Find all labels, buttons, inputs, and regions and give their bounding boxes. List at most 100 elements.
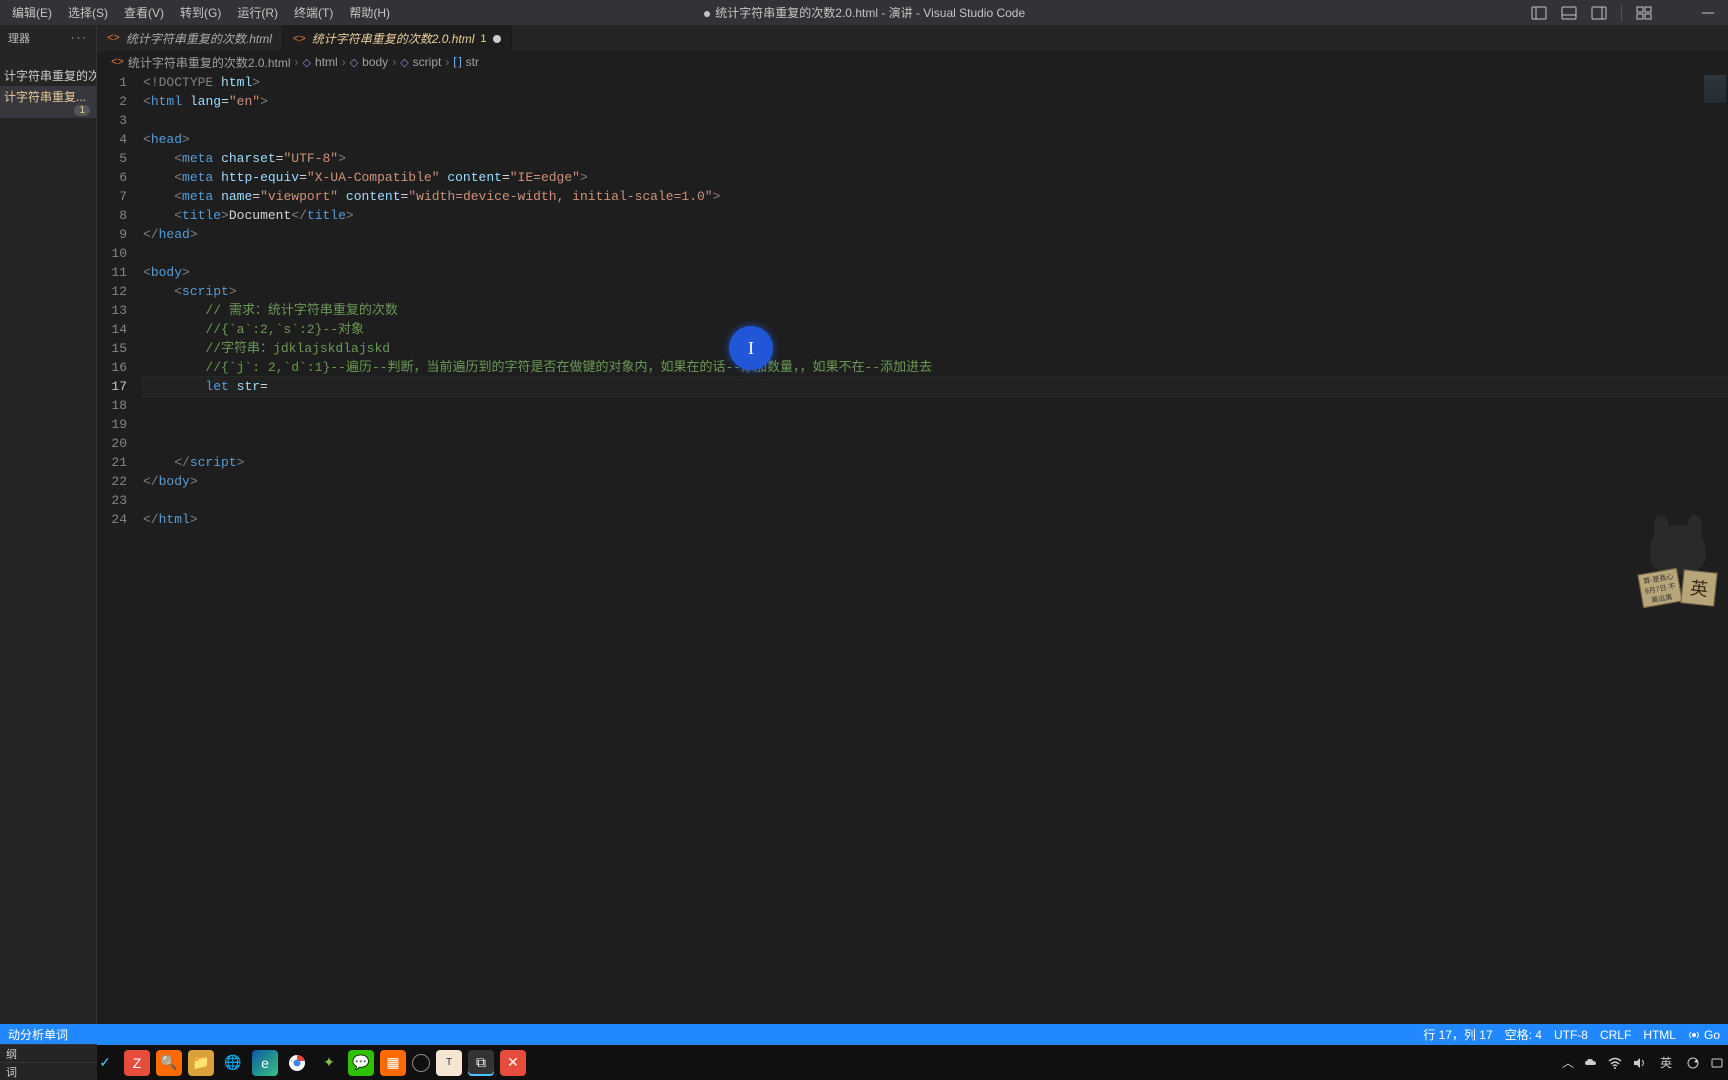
- breadcrumb-item[interactable]: ◇ html: [303, 55, 338, 69]
- taskbar-explorer-icon[interactable]: 📁: [188, 1050, 214, 1076]
- menu-selection[interactable]: 选择(S): [60, 0, 116, 25]
- breadcrumb[interactable]: <> 统计字符串重复的次数2.0.html › ◇ html › ◇ body › ◇…: [97, 51, 1728, 73]
- ime-mascot-widget[interactable]: 算·是我心 9月7日 不离远离 英: [1628, 525, 1728, 615]
- chevron-right-icon: ›: [445, 55, 449, 69]
- symbol-variable-icon: [ ]: [453, 56, 461, 68]
- breadcrumb-label: 统计字符串重复的次数2.0.html: [128, 54, 291, 71]
- ime-language-badge[interactable]: 英: [1680, 569, 1717, 606]
- tray-sync-icon[interactable]: [1686, 1056, 1700, 1070]
- menu-terminal[interactable]: 终端(T): [286, 0, 341, 25]
- taskbar-vscode-icon[interactable]: ⧉: [468, 1050, 494, 1076]
- explorer-title: 理器: [8, 30, 30, 46]
- error-badge: 1: [74, 105, 90, 116]
- status-language-mode[interactable]: HTML: [1643, 1028, 1676, 1042]
- file-tree: 计字符串重复的次... 计字符串重复... 1: [0, 65, 96, 118]
- editor-tabs: <> 统计字符串重复的次数.html <> 统计字符串重复的次数2.0.html…: [97, 25, 1728, 51]
- breadcrumb-item[interactable]: <> 统计字符串重复的次数2.0.html: [111, 54, 291, 71]
- layout-sidebar-left-icon[interactable]: [1531, 5, 1547, 21]
- taskbar-app-icon[interactable]: ✦: [316, 1050, 342, 1076]
- taskbar-app-icon[interactable]: ✕: [500, 1050, 526, 1076]
- menu-edit[interactable]: 编辑(E): [4, 0, 60, 25]
- customize-layout-icon[interactable]: [1636, 5, 1652, 21]
- breadcrumb-item[interactable]: ◇ body: [350, 55, 389, 69]
- window-title-text: 统计字符串重复的次数2.0.html - 演讲 - Visual Studio …: [715, 4, 1025, 21]
- editor-group: <> 统计字符串重复的次数.html <> 统计字符串重复的次数2.0.html…: [97, 25, 1728, 1024]
- tab-label: 统计字符串重复的次数2.0.html: [312, 30, 475, 47]
- menu-go[interactable]: 转到(G): [172, 0, 229, 25]
- breadcrumb-label: str: [466, 55, 479, 69]
- tray-volume-icon[interactable]: [1632, 1056, 1646, 1070]
- dirty-dot-icon: ●: [703, 5, 711, 21]
- taskbar-app-icon[interactable]: ▦: [380, 1050, 406, 1076]
- html-file-icon: <>: [107, 32, 120, 44]
- taskbar-browser-icon[interactable]: 🌐: [220, 1050, 246, 1076]
- taskbar-chrome-icon[interactable]: [284, 1050, 310, 1076]
- menu-view[interactable]: 查看(V): [116, 0, 172, 25]
- tray-chevron-up-icon[interactable]: ︿: [1562, 1054, 1574, 1071]
- chevron-right-icon: ›: [392, 55, 396, 69]
- taskbar-app-icon[interactable]: Z: [124, 1050, 150, 1076]
- editor-tab[interactable]: <> 统计字符串重复的次数.html: [97, 25, 283, 51]
- breadcrumb-label: html: [315, 55, 338, 69]
- tray-ime-indicator[interactable]: 英: [1656, 1052, 1676, 1073]
- layout-sidebar-right-icon[interactable]: [1591, 5, 1607, 21]
- tab-error-count: 1: [480, 33, 486, 45]
- system-tray: ︿ 英: [1562, 1052, 1724, 1073]
- symbol-module-icon: ◇: [350, 56, 358, 69]
- tray-notifications-icon[interactable]: [1710, 1056, 1724, 1070]
- windows-taskbar: 🔍 ◎ ✓ Z 🔍 📁 🌐 e ✦ 💬 ▦ T ⧉ ✕ ︿ 英: [0, 1045, 1728, 1080]
- line-number-gutter: 123456789101112131415161718192021222324: [97, 73, 143, 1024]
- separator: [1621, 5, 1622, 21]
- file-label: 计字符串重复...: [4, 90, 86, 104]
- menu-run[interactable]: 运行(R): [229, 0, 286, 25]
- file-tree-item[interactable]: 计字符串重复的次...: [0, 65, 96, 86]
- layout-panel-bottom-icon[interactable]: [1561, 5, 1577, 21]
- breadcrumb-item[interactable]: [ ] str: [453, 55, 479, 69]
- window-minimize-icon[interactable]: [1700, 5, 1716, 21]
- title-bar: 编辑(E) 选择(S) 查看(V) 转到(G) 运行(R) 终端(T) 帮助(H…: [0, 0, 1728, 25]
- tab-label: 统计字符串重复的次数.html: [126, 30, 272, 47]
- editor-code-area[interactable]: 123456789101112131415161718192021222324 …: [97, 73, 1728, 1024]
- timeline-section[interactable]: 词: [0, 1062, 97, 1080]
- status-indentation[interactable]: 空格: 4: [1505, 1026, 1542, 1043]
- symbol-module-icon: ◇: [303, 56, 311, 69]
- breadcrumb-label: script: [413, 55, 442, 69]
- status-go-label: Go: [1704, 1028, 1720, 1042]
- status-left-item[interactable]: 动分析单词: [8, 1026, 68, 1043]
- chevron-right-icon: ›: [342, 55, 346, 69]
- breadcrumb-label: body: [362, 55, 388, 69]
- more-actions-icon[interactable]: ···: [71, 32, 88, 44]
- editor-tab[interactable]: <> 统计字符串重复的次数2.0.html 1: [283, 25, 512, 51]
- outline-section[interactable]: 纲: [0, 1044, 97, 1062]
- broadcast-icon: [1688, 1029, 1700, 1041]
- explorer-collapsed-sections: 纲 词: [0, 1044, 97, 1080]
- status-cursor-position[interactable]: 行 17，列 17: [1423, 1026, 1492, 1043]
- symbol-module-icon: ◇: [400, 56, 408, 69]
- dirty-indicator-icon[interactable]: [493, 35, 501, 43]
- menu-help[interactable]: 帮助(H): [341, 0, 398, 25]
- code-content[interactable]: <!DOCTYPE html><html lang="en"> <head> <…: [143, 73, 1728, 1024]
- mascot-avatar-icon: [1650, 525, 1706, 575]
- html-file-icon: <>: [293, 33, 306, 45]
- tray-wifi-icon[interactable]: [1608, 1056, 1622, 1070]
- taskbar-wechat-icon[interactable]: 💬: [348, 1050, 374, 1076]
- status-eol[interactable]: CRLF: [1600, 1028, 1631, 1042]
- tray-onedrive-icon[interactable]: [1584, 1056, 1598, 1070]
- explorer-sidebar: 理器 ··· 计字符串重复的次... 计字符串重复... 1 纲 词: [0, 25, 97, 1024]
- breadcrumb-item[interactable]: ◇ script: [400, 55, 441, 69]
- explorer-header: 理器 ···: [0, 25, 96, 51]
- title-layout-controls: [1531, 5, 1728, 21]
- status-encoding[interactable]: UTF-8: [1554, 1028, 1588, 1042]
- taskbar-everything-icon[interactable]: 🔍: [156, 1050, 182, 1076]
- mascot-card: 算·是我心 9月7日 不离远离: [1637, 568, 1682, 608]
- file-tree-item[interactable]: 计字符串重复... 1: [0, 86, 96, 118]
- taskbar-app-icon[interactable]: [412, 1054, 430, 1072]
- html-file-icon: <>: [111, 56, 124, 68]
- menu-bar: 编辑(E) 选择(S) 查看(V) 转到(G) 运行(R) 终端(T) 帮助(H…: [0, 0, 398, 25]
- taskbar-app-icon[interactable]: T: [436, 1050, 462, 1076]
- chevron-right-icon: ›: [295, 55, 299, 69]
- status-go-live[interactable]: Go: [1688, 1028, 1720, 1042]
- window-title: ● 统计字符串重复的次数2.0.html - 演讲 - Visual Studi…: [703, 4, 1025, 21]
- status-bar: 动分析单词 行 17，列 17 空格: 4 UTF-8 CRLF HTML Go: [0, 1024, 1728, 1045]
- taskbar-edge-icon[interactable]: e: [252, 1050, 278, 1076]
